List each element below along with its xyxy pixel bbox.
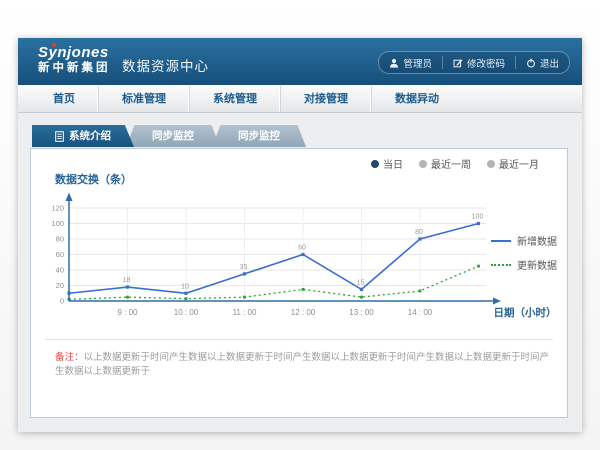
- main-nav: 首页 标准管理 系统管理 对接管理 数据异动: [18, 85, 582, 113]
- radio-today[interactable]: 当日: [371, 156, 403, 171]
- nav-item-data-change[interactable]: 数据异动: [371, 86, 462, 112]
- radio-last-week[interactable]: 最近一周: [419, 156, 471, 171]
- tab-bar: 系统介绍 同步监控 同步监控: [32, 125, 306, 147]
- chart-panel: 当日 最近一周 最近一月 数据交换（条） 0 20 40 60 80 100 120 9 : …: [30, 148, 568, 418]
- radio-unselected-icon: [487, 160, 495, 168]
- radio-unselected-icon: [419, 160, 427, 168]
- app-header: Synjones 新中新集团 数据资源中心 管理员 修改密码 退出: [18, 38, 582, 85]
- edit-icon: [453, 58, 463, 68]
- document-icon: [55, 131, 64, 142]
- legend-solid-line-swatch: [491, 240, 511, 242]
- radio-last-month-label: 最近一月: [499, 156, 539, 171]
- logo: Synjones 新中新集团: [38, 44, 111, 75]
- page-background: Synjones 新中新集团 数据资源中心 管理员 修改密码 退出: [0, 0, 600, 450]
- logo-company-name: 新中新集团: [38, 61, 111, 75]
- legend-label: 新增数据: [517, 233, 557, 248]
- svg-text:40: 40: [56, 266, 64, 275]
- radio-last-month[interactable]: 最近一月: [487, 156, 539, 171]
- svg-text:100: 100: [51, 219, 64, 228]
- radio-last-week-label: 最近一周: [431, 156, 471, 171]
- radio-today-label: 当日: [383, 156, 403, 171]
- svg-text:80: 80: [56, 235, 64, 244]
- line-chart: 0 20 40 60 80 100 120 9 : 00 10 : 00 11 : 00 12 : …: [31, 189, 567, 331]
- svg-text:120: 120: [51, 204, 64, 213]
- legend-label: 更新数据: [517, 257, 557, 272]
- svg-text:14 : 00: 14 : 00: [408, 308, 433, 317]
- svg-text:18: 18: [123, 277, 131, 284]
- nav-item-interface-mgmt[interactable]: 对接管理: [280, 86, 371, 112]
- svg-text:20: 20: [56, 281, 64, 290]
- svg-text:0: 0: [60, 297, 64, 306]
- content-area: 系统介绍 同步监控 同步监控 当日 最近一周: [18, 113, 582, 432]
- svg-text:80: 80: [415, 229, 423, 236]
- svg-text:10 : 00: 10 : 00: [174, 308, 199, 317]
- user-account-label: 管理员: [403, 56, 432, 70]
- nav-item-standard-mgmt[interactable]: 标准管理: [98, 86, 189, 112]
- legend-item-updated-data: 更新数据: [491, 257, 557, 272]
- change-password-label: 修改密码: [467, 56, 505, 70]
- user-menu: 管理员 修改密码 退出: [378, 51, 570, 74]
- svg-text:60: 60: [56, 250, 64, 259]
- legend-dotted-line-swatch: [491, 264, 511, 266]
- svg-text:9 : 00: 9 : 00: [117, 308, 138, 317]
- time-range-selector: 当日 最近一周 最近一月: [371, 156, 539, 171]
- radio-selected-icon: [371, 160, 379, 168]
- logo-wordmark: Synjones: [38, 44, 111, 61]
- app-window: Synjones 新中新集团 数据资源中心 管理员 修改密码 退出: [18, 38, 582, 432]
- svg-text:13 : 00: 13 : 00: [349, 308, 374, 317]
- tab-sync-monitor-1[interactable]: 同步监控: [126, 125, 220, 147]
- power-icon: [526, 58, 536, 68]
- logout-button[interactable]: 退出: [515, 56, 569, 69]
- footnote-label: 备注：: [55, 352, 84, 363]
- svg-text:100: 100: [472, 214, 484, 221]
- legend-item-new-data: 新增数据: [491, 233, 557, 248]
- svg-text:11 : 00: 11 : 00: [233, 308, 257, 317]
- nav-item-system-mgmt[interactable]: 系统管理: [189, 86, 280, 112]
- user-account-button[interactable]: 管理员: [379, 56, 442, 69]
- change-password-button[interactable]: 修改密码: [442, 56, 515, 69]
- logout-label: 退出: [540, 56, 559, 70]
- nav-item-home[interactable]: 首页: [30, 86, 98, 112]
- svg-text:10: 10: [181, 283, 189, 290]
- svg-text:12 : 00: 12 : 00: [291, 308, 316, 317]
- chart-legend: 新增数据 更新数据: [491, 233, 557, 272]
- svg-text:日期（小时）: 日期（小时）: [494, 306, 557, 319]
- tab-label: 系统介绍: [69, 125, 111, 147]
- page-title: 数据资源中心: [122, 55, 209, 75]
- tab-sync-monitor-2[interactable]: 同步监控: [212, 125, 306, 147]
- footnote-text: 以上数据更新于时间产生数据以上数据更新于时间产生数据以上数据更新于时间产生数据以…: [55, 352, 549, 377]
- user-icon: [389, 58, 399, 68]
- y-axis-title: 数据交换（条）: [55, 171, 132, 187]
- svg-text:35: 35: [240, 264, 248, 271]
- logo-red-dot-icon: [52, 43, 56, 47]
- footnote: 备注：以上数据更新于时间产生数据以上数据更新于时间产生数据以上数据更新于时间产生…: [55, 351, 555, 379]
- tab-system-intro[interactable]: 系统介绍: [32, 125, 134, 147]
- svg-text:60: 60: [298, 245, 306, 252]
- divider: [45, 339, 553, 340]
- svg-text:15: 15: [357, 279, 365, 286]
